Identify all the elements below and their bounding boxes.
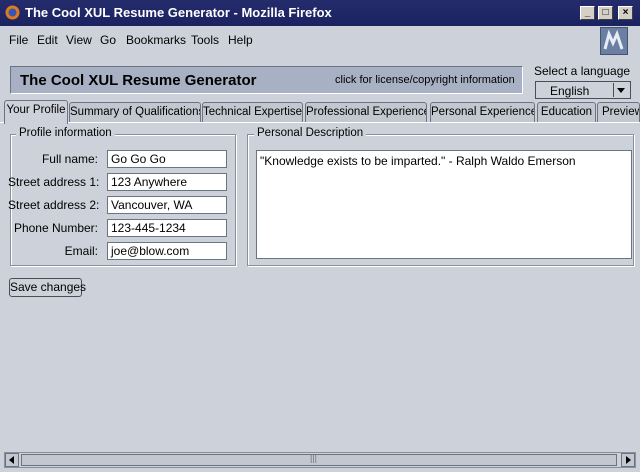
horizontal-scrollbar[interactable]: ||| — [4, 452, 636, 468]
menu-edit[interactable]: Edit — [37, 33, 58, 47]
email-label: Email: — [64, 244, 98, 258]
street-address-2-label: Street address 2: — [8, 198, 100, 212]
close-button[interactable]: × — [618, 6, 633, 20]
window-title-bar: The Cool XUL Resume Generator - Mozilla … — [0, 0, 640, 26]
app-header-banner: The Cool XUL Resume Generator click for … — [10, 66, 523, 94]
arrow-right-icon[interactable] — [621, 453, 635, 467]
menu-go[interactable]: Go — [100, 33, 116, 47]
personal-description-caption: Personal Description — [254, 127, 367, 139]
personal-description-textarea[interactable]: "Knowledge exists to be imparted." - Ral… — [256, 150, 632, 259]
street-address-1-label: Street address 1: — [8, 175, 100, 189]
street-address-2-field[interactable]: Vancouver, WA — [107, 196, 227, 214]
language-select[interactable]: English — [535, 81, 631, 99]
street-address-1-field[interactable]: 123 Anywhere — [107, 173, 227, 191]
license-link[interactable]: click for license/copyright information — [335, 74, 515, 86]
phone-number-label: Phone Number: — [13, 221, 98, 235]
menu-file[interactable]: File — [9, 33, 28, 47]
minimize-button[interactable]: _ — [580, 6, 595, 20]
mozilla-m-icon[interactable] — [600, 27, 628, 55]
window-title: The Cool XUL Resume Generator - Mozilla … — [25, 5, 332, 20]
scrollbar-thumb[interactable]: ||| — [21, 453, 617, 466]
menu-help[interactable]: Help — [228, 33, 253, 47]
email-field[interactable]: joe@blow.com — [107, 242, 227, 260]
language-label: Select a language — [534, 64, 631, 78]
language-selected-value: English — [550, 84, 590, 98]
maximize-button[interactable]: □ — [598, 6, 613, 20]
phone-number-field[interactable]: 123-445-1234 — [107, 219, 227, 237]
app-title: The Cool XUL Resume Generator — [20, 72, 257, 89]
tab-technical-expertise[interactable]: Technical Expertise — [202, 102, 303, 123]
menu-tools[interactable]: Tools — [191, 33, 219, 47]
firefox-icon — [5, 5, 20, 20]
full-name-field[interactable]: Go Go Go — [107, 150, 227, 168]
save-changes-button[interactable]: Save changes — [9, 278, 86, 297]
tab-personal-experience[interactable]: Personal Experience — [430, 102, 535, 123]
profile-group-caption: Profile information — [16, 127, 115, 139]
menu-view[interactable]: View — [66, 33, 92, 47]
tab-your-profile[interactable]: Your Profile — [4, 100, 68, 124]
scrollbar-grip: ||| — [310, 453, 318, 463]
menu-bar: File Edit View Go Bookmarks Tools Help — [0, 26, 640, 56]
menu-bookmarks[interactable]: Bookmarks — [126, 33, 186, 47]
tab-education[interactable]: Education — [537, 102, 596, 123]
tab-summary-of-qualifications[interactable]: Summary of Qualifications — [69, 102, 201, 123]
full-name-label: Full name: — [41, 152, 98, 166]
arrow-left-icon[interactable] — [5, 453, 19, 467]
tab-preview[interactable]: Preview — [597, 102, 640, 123]
tab-professional-experience[interactable]: Professional Experience — [305, 102, 427, 123]
chevron-down-icon[interactable] — [613, 83, 629, 97]
